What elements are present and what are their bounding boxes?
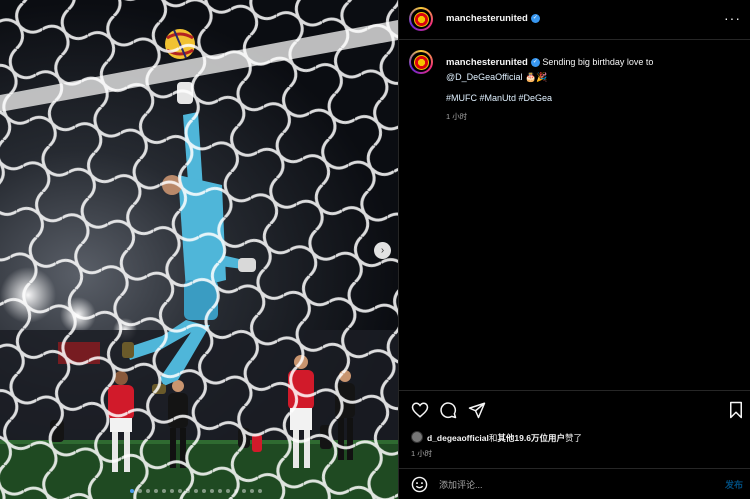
post-timestamp: 1 小时 — [411, 449, 433, 458]
carousel-dot — [250, 489, 254, 493]
carousel-dot — [210, 489, 214, 493]
caption-avatar[interactable] — [409, 50, 433, 74]
caption-hashtags[interactable]: #MUFC #ManUtd #DeGea — [446, 93, 552, 103]
carousel-dot — [234, 489, 238, 493]
liker-username[interactable]: d_degeaofficial — [427, 433, 489, 443]
comment-bar: 发布 — [399, 468, 750, 499]
goal-net — [0, 0, 398, 499]
post-photo[interactable]: › — [0, 0, 398, 499]
caption-username[interactable]: manchesterunited — [446, 57, 528, 68]
carousel-dot — [178, 489, 182, 493]
caption-text: Sending big birthday love to — [542, 57, 654, 67]
carousel-indicator — [130, 489, 262, 493]
instagram-post-modal: › manchesterunited ✓ ··· manchesterunited… — [0, 0, 750, 499]
verified-badge-icon: ✓ — [530, 14, 540, 24]
likes-others[interactable]: 其他19.6万位用户 — [497, 433, 565, 443]
avatar[interactable] — [409, 7, 433, 31]
goalkeeper-save-image — [0, 0, 398, 499]
likes-summary[interactable]: d_degeaofficial和其他19.6万位用户赞了 — [427, 432, 582, 444]
more-options-icon[interactable]: ··· — [724, 11, 741, 25]
carousel-dot — [242, 489, 246, 493]
likes-suffix: 赞了 — [564, 433, 582, 443]
comment-input[interactable] — [439, 477, 699, 492]
comment-icon[interactable] — [439, 401, 457, 419]
caption-timestamp: 1 小时 — [446, 112, 468, 121]
carousel-dot — [146, 489, 150, 493]
liker-avatar[interactable] — [411, 431, 423, 443]
post-header: manchesterunited ✓ ··· — [399, 0, 750, 40]
send-icon[interactable] — [468, 401, 486, 419]
heart-icon[interactable] — [411, 401, 429, 419]
club-crest-icon — [413, 54, 429, 70]
username-link[interactable]: manchesterunited — [446, 13, 528, 24]
verified-badge-icon: ✓ — [530, 58, 540, 68]
carousel-dot — [194, 489, 198, 493]
bookmark-icon[interactable] — [727, 401, 745, 419]
emoji-icon[interactable] — [411, 476, 428, 493]
action-bar — [399, 390, 750, 430]
carousel-dot — [226, 489, 230, 493]
carousel-dot — [202, 489, 206, 493]
post-side-panel: manchesterunited ✓ ··· manchesterunited ✓ … — [398, 0, 750, 499]
caption-mention[interactable]: @D_DeGeaOfficial — [446, 72, 523, 82]
carousel-dot — [170, 489, 174, 493]
caption-emoji: 🎂🎉 — [525, 72, 548, 82]
carousel-dot — [218, 489, 222, 493]
carousel-dot — [186, 489, 190, 493]
carousel-dot — [162, 489, 166, 493]
next-image-button[interactable]: › — [374, 242, 391, 259]
club-crest-icon — [413, 11, 429, 27]
chevron-right-icon: › — [380, 244, 385, 256]
carousel-dot — [154, 489, 158, 493]
carousel-dot — [130, 489, 134, 493]
post-caption: manchesterunited ✓ Sending big birthday l… — [446, 55, 726, 84]
carousel-dot — [258, 489, 262, 493]
carousel-dot — [138, 489, 142, 493]
header-user: manchesterunited ✓ — [446, 13, 540, 24]
post-comment-button[interactable]: 发布 — [725, 478, 743, 491]
